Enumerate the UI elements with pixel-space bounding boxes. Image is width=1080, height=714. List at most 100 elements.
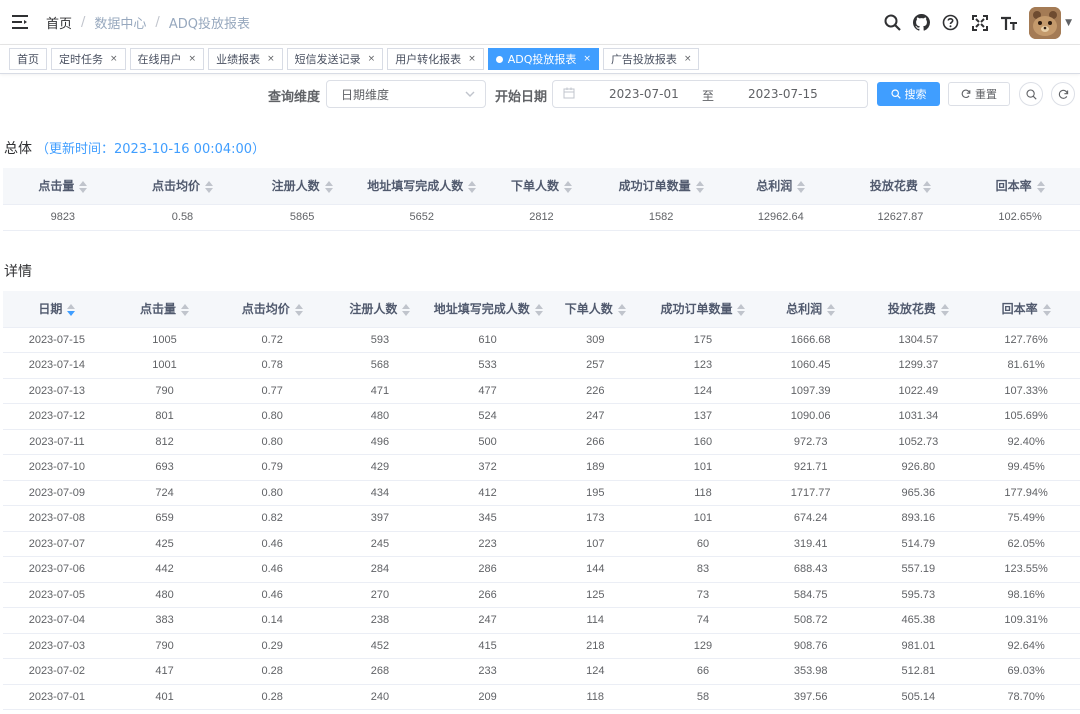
table-cell: 2023-07-02 <box>3 658 111 685</box>
start-date-label: 开始日期 <box>495 90 548 105</box>
table-cell: 1060.45 <box>756 352 865 379</box>
tag-home[interactable]: 首页 <box>9 48 47 70</box>
table-cell: 926.80 <box>864 454 973 481</box>
date-range-picker[interactable]: 2023-07-01 至 2023-07-15 <box>552 80 868 108</box>
table-cell: 480 <box>110 582 219 608</box>
navbar: 首页 / 数据中心 / ADQ投放报表 ▼ <box>0 0 1080 45</box>
table-cell: 505.14 <box>864 684 973 710</box>
help-icon[interactable] <box>936 0 965 45</box>
refresh-button[interactable] <box>1051 82 1075 106</box>
chevron-down-icon <box>464 88 476 103</box>
sort-icon[interactable] <box>204 180 213 193</box>
table-cell: 417 <box>110 658 219 685</box>
table-cell: 496 <box>326 429 434 455</box>
table-row: 2023-07-07 425 0.46 245 223 107 60 319.41 514.79… <box>3 531 1080 557</box>
table-cell: 69.03% <box>972 658 1080 685</box>
table-cell: 372 <box>433 454 542 481</box>
close-icon[interactable]: × <box>267 54 275 64</box>
search-icon[interactable] <box>878 0 907 45</box>
reset-button[interactable]: 重置 <box>948 82 1010 106</box>
close-icon[interactable]: × <box>368 54 376 64</box>
tag-user-conversion-report[interactable]: 用户转化报表 × <box>387 48 484 70</box>
sort-icon[interactable] <box>402 303 411 316</box>
sort-icon[interactable] <box>534 303 543 316</box>
table-cell: 1717.77 <box>756 480 865 506</box>
close-icon[interactable]: × <box>110 54 118 64</box>
sidebar-toggle-icon[interactable] <box>2 0 38 45</box>
dimension-select[interactable]: 日期维度 <box>326 80 486 108</box>
sort-icon[interactable] <box>617 303 626 316</box>
table-row: 2023-07-04 383 0.14 238 247 114 74 508.72 465.38… <box>3 607 1080 634</box>
dimension-label: 查询维度 <box>268 90 321 105</box>
table-cell: 415 <box>433 633 542 659</box>
update-time: （更新时间：2023-10-16 00:04:00） <box>36 142 266 157</box>
sort-icon[interactable] <box>797 180 806 193</box>
table-cell: 2023-07-15 <box>3 327 111 353</box>
sort-icon[interactable] <box>922 180 931 193</box>
table-cell: 610 <box>433 327 542 353</box>
tag-online-users[interactable]: 在线用户 × <box>129 48 205 70</box>
table-row: 2023-07-10 693 0.79 429 372 189 101 921.71 926.8… <box>3 454 1080 481</box>
sort-icon[interactable] <box>294 303 303 316</box>
sort-icon[interactable] <box>1042 303 1051 316</box>
table-cell: 1022.49 <box>864 378 973 404</box>
close-icon[interactable]: × <box>189 54 197 64</box>
table-cell: 58 <box>649 684 757 710</box>
close-icon[interactable]: × <box>468 54 476 64</box>
summary-title: 总体 （更新时间：2023-10-16 00:04:00） <box>4 141 266 157</box>
tag-performance-report[interactable]: 业绩报表 × <box>208 48 283 70</box>
tag-ad-report[interactable]: 广告投放报表 × <box>602 48 700 70</box>
sort-icon[interactable] <box>1036 180 1045 193</box>
start-date-input[interactable]: 2023-07-01 <box>609 87 679 101</box>
sort-icon[interactable] <box>181 303 190 316</box>
tag-sms-records[interactable]: 短信发送记录 × <box>286 48 384 70</box>
table-cell: 524 <box>433 403 542 430</box>
table-row: 2023-07-09 724 0.80 434 412 195 118 1717.77 965.… <box>3 480 1080 506</box>
table-cell: 247 <box>541 403 650 430</box>
font-size-icon[interactable] <box>994 0 1023 45</box>
breadcrumb-data-center[interactable]: 数据中心 <box>94 13 146 32</box>
sort-icon[interactable] <box>67 303 76 316</box>
sort-icon[interactable] <box>695 180 704 193</box>
table-cell: 75.49% <box>972 505 1080 532</box>
table-cell: 790 <box>110 378 219 404</box>
table-cell: 107 <box>541 531 650 557</box>
table-cell: 0.82 <box>218 505 327 532</box>
table-cell: 0.46 <box>218 531 327 557</box>
table-cell: 674.24 <box>756 505 865 532</box>
sort-icon[interactable] <box>827 303 836 316</box>
table-cell: 1052.73 <box>864 429 973 455</box>
tag-adq-report[interactable]: ADQ投放报表 × <box>487 48 599 70</box>
caret-down-icon[interactable]: ▼ <box>1065 18 1072 28</box>
tag-scheduled-tasks[interactable]: 定时任务 × <box>51 48 126 70</box>
table-header-row: 日期 点击量 点击均价 注册人数 地址填写完成人数 下单人数 成功订单数量 总利… <box>3 291 1080 328</box>
table-cell: 127.76% <box>972 327 1080 353</box>
sort-icon[interactable] <box>468 180 477 193</box>
breadcrumb-home[interactable]: 首页 <box>46 13 72 32</box>
summary-table: 点击量 点击均价 注册人数 地址填写完成人数 下单人数 成功订单数量 总利润 投… <box>3 168 1080 231</box>
close-icon[interactable]: × <box>684 54 692 64</box>
breadcrumb-current: ADQ投放报表 <box>168 16 250 32</box>
toggle-search-button[interactable] <box>1019 82 1043 106</box>
table-cell: 0.28 <box>218 684 327 710</box>
navbar-actions: ▼ <box>878 0 1072 45</box>
close-icon[interactable]: × <box>583 54 591 64</box>
table-cell: 62.05% <box>972 531 1080 557</box>
search-button[interactable]: 搜索 <box>877 82 940 106</box>
sort-icon[interactable] <box>563 180 572 193</box>
github-icon[interactable] <box>907 0 936 45</box>
sort-icon[interactable] <box>940 303 949 316</box>
table-cell: 233 <box>433 658 542 685</box>
table-cell: 557.19 <box>864 556 973 583</box>
table-cell: 452 <box>326 633 434 659</box>
sort-icon[interactable] <box>79 180 88 193</box>
table-row: 2023-07-05 480 0.46 270 266 125 73 584.75 595.73… <box>3 582 1080 608</box>
table-cell: 533 <box>433 352 542 379</box>
fullscreen-icon[interactable] <box>965 0 994 45</box>
end-date-input[interactable]: 2023-07-15 <box>748 87 818 101</box>
sort-icon[interactable] <box>737 303 746 316</box>
refresh-icon <box>961 89 971 99</box>
avatar[interactable] <box>1029 6 1062 39</box>
table-cell: 584.75 <box>756 582 865 608</box>
sort-icon[interactable] <box>324 180 333 193</box>
